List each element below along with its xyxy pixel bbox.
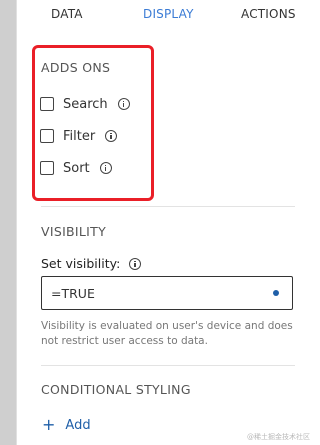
tab-actions[interactable]: ACTIONS — [241, 7, 296, 21]
plus-icon: + — [42, 415, 56, 434]
properties-panel: DATA DISPLAY ACTIONS ADDS ONS Search Fil… — [16, 0, 318, 445]
info-icon[interactable] — [117, 98, 130, 110]
info-icon[interactable] — [129, 257, 142, 270]
divider — [41, 206, 295, 207]
visibility-formula-value: =TRUE — [51, 286, 95, 301]
info-icon[interactable] — [99, 162, 112, 174]
status-dot-icon — [273, 290, 279, 296]
add-ons-title: ADDS ONS — [41, 60, 111, 75]
visibility-formula-input[interactable]: =TRUE — [41, 276, 293, 310]
set-visibility-text: Set visibility: — [41, 256, 121, 271]
set-visibility-label: Set visibility: — [41, 256, 142, 271]
filter-label: Filter — [63, 128, 96, 144]
add-label: Add — [65, 417, 91, 433]
sort-label: Sort — [63, 160, 90, 176]
addon-search-row: Search — [40, 95, 130, 113]
tab-display[interactable]: DISPLAY — [143, 7, 194, 21]
add-conditional-style-button[interactable]: + Add — [42, 417, 91, 433]
tab-bar: DATA DISPLAY ACTIONS — [17, 0, 319, 32]
visibility-title: VISIBILITY — [41, 224, 107, 239]
search-label: Search — [63, 96, 108, 112]
conditional-styling-title: CONDITIONAL STYLING — [41, 382, 191, 397]
divider — [41, 365, 295, 366]
watermark: @稀土掘金技术社区 — [247, 433, 310, 441]
tab-data[interactable]: DATA — [51, 7, 83, 21]
filter-checkbox[interactable] — [40, 129, 54, 143]
sort-checkbox[interactable] — [40, 161, 54, 175]
search-checkbox[interactable] — [40, 97, 54, 111]
addon-sort-row: Sort — [40, 159, 112, 177]
left-rail — [0, 0, 16, 445]
info-icon[interactable] — [105, 130, 118, 142]
addon-filter-row: Filter — [40, 127, 118, 145]
visibility-help-text: Visibility is evaluated on user's device… — [41, 320, 293, 347]
